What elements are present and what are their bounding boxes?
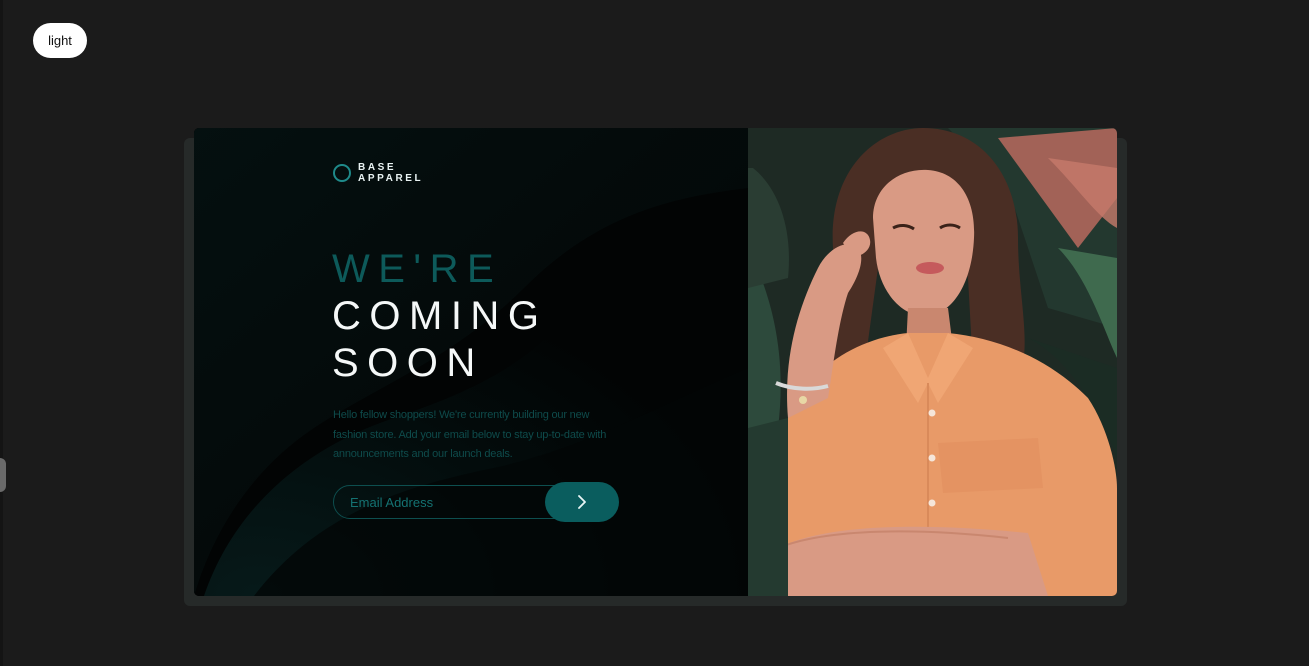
- submit-button[interactable]: [545, 482, 619, 522]
- hero-image: [748, 128, 1117, 596]
- logo-ring-icon: [333, 164, 351, 182]
- headline-line-2: COMING: [332, 294, 548, 338]
- woman-in-orange-shirt-photo: [748, 128, 1117, 596]
- page: light BASE APPAREL WE'RE COMING SOON Hel…: [0, 0, 1309, 666]
- email-field[interactable]: [333, 485, 581, 519]
- intro-text: Hello fellow shoppers! We're currently b…: [333, 409, 607, 460]
- theme-toggle-label: light: [48, 33, 72, 48]
- headline-line-1: WE'RE: [332, 247, 503, 291]
- theme-toggle-button[interactable]: light: [33, 23, 87, 58]
- edge-scroll-handle[interactable]: [0, 458, 6, 492]
- chevron-right-icon: [578, 495, 586, 509]
- brand-logo[interactable]: BASE APPAREL: [333, 162, 423, 184]
- left-edge-bar: [0, 0, 6, 666]
- email-signup-form: [333, 482, 619, 522]
- page-title: WE'RE COMING SOON: [332, 246, 547, 387]
- brand-line-2: APPAREL: [358, 173, 424, 184]
- content-panel: BASE APPAREL WE'RE COMING SOON Hello fel…: [194, 128, 748, 596]
- coming-soon-card: BASE APPAREL WE'RE COMING SOON Hello fel…: [194, 128, 1117, 596]
- headline-line-3: SOON: [332, 341, 484, 385]
- brand-line-1: BASE: [358, 162, 397, 173]
- brand-wordmark: BASE APPAREL: [358, 162, 423, 184]
